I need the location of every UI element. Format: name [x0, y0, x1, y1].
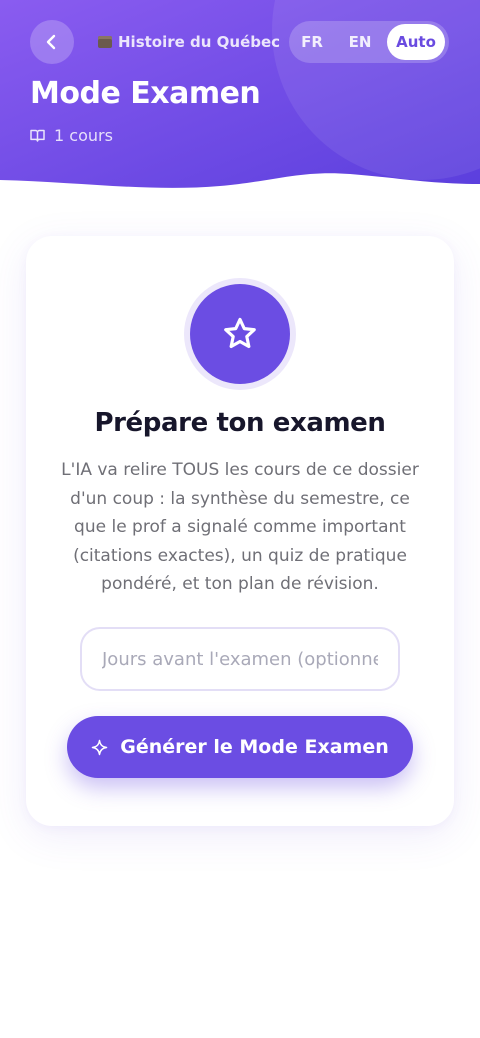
exam-mode-card: Prépare ton examen L'IA va relire TOUS l… [26, 236, 454, 826]
page-title: Mode Examen [30, 76, 261, 111]
star-icon [224, 317, 256, 349]
card-description: L'IA va relire TOUS les cours de ce doss… [61, 460, 419, 594]
language-option-en[interactable]: EN [343, 24, 377, 60]
days-before-exam-input[interactable] [80, 627, 400, 691]
generate-button-label: Générer le Mode Examen [120, 736, 389, 758]
back-button[interactable] [30, 20, 74, 64]
folder-name: Histoire du Québec [118, 33, 281, 51]
card-title: Prépare ton examen [94, 408, 386, 438]
folder-emoji-icon [98, 36, 112, 48]
sparkle-icon [91, 739, 108, 755]
language-option-auto[interactable]: Auto [387, 24, 445, 60]
language-option-fr[interactable]: FR [295, 24, 329, 60]
header: Histoire du Québec FR EN Auto Mode Exame… [0, 0, 480, 200]
star-badge-circle [190, 284, 290, 384]
book-icon [30, 129, 45, 142]
language-selector: FR EN Auto [289, 21, 449, 63]
course-count: 1 cours [30, 124, 113, 146]
folder-breadcrumb[interactable]: Histoire du Québec [98, 31, 280, 53]
star-badge [184, 278, 296, 390]
chevron-left-icon [46, 34, 56, 50]
generate-exam-mode-button[interactable]: Générer le Mode Examen [67, 716, 413, 778]
course-count-label: 1 cours [54, 125, 113, 145]
